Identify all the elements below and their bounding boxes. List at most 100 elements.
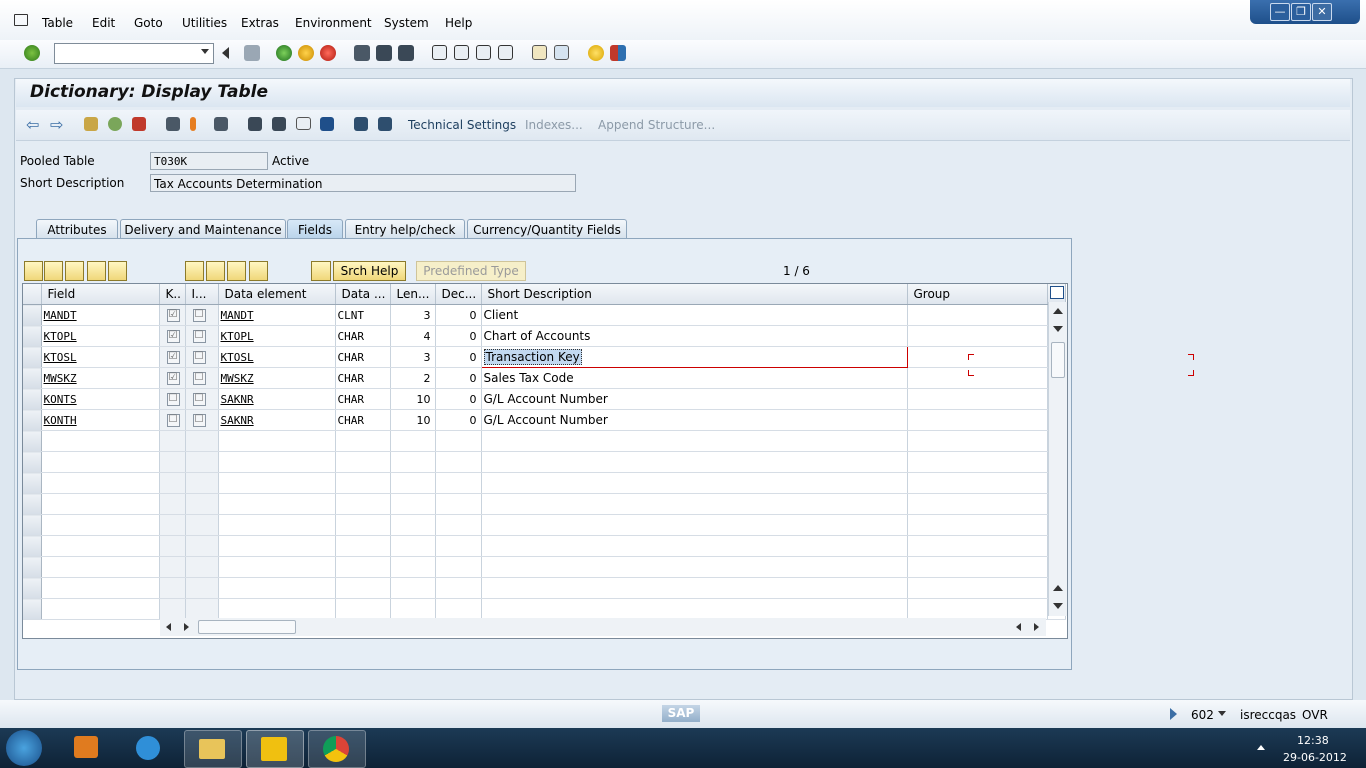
table-name-field[interactable]: T030K (150, 152, 268, 170)
data-element[interactable]: KTOSL (218, 346, 336, 368)
empty-cell[interactable] (41, 514, 160, 536)
menu-edit[interactable]: Edit (92, 16, 115, 30)
horizontal-scrollbar[interactable] (160, 618, 1046, 636)
column-header-data-element[interactable]: Data element (218, 284, 336, 305)
scroll-up-icon[interactable] (1053, 585, 1063, 591)
field-name[interactable]: MWSKZ (41, 367, 160, 389)
empty-cell[interactable] (218, 493, 336, 515)
technical-settings-button[interactable]: Technical Settings (408, 118, 516, 132)
key-checkbox[interactable]: ☐ (159, 388, 186, 410)
paste-icon[interactable] (65, 261, 84, 281)
row-selector[interactable] (23, 472, 42, 494)
empty-cell[interactable] (218, 451, 336, 473)
other-object-icon[interactable] (132, 117, 146, 131)
data-element[interactable]: SAKNR (218, 388, 336, 410)
last-page-icon[interactable] (498, 45, 513, 60)
empty-cell[interactable] (41, 430, 160, 452)
row-selector[interactable] (23, 514, 42, 536)
chrome-icon[interactable] (308, 730, 366, 768)
first-page-icon[interactable] (432, 45, 447, 60)
table-view-icon[interactable] (354, 117, 368, 131)
row-selector[interactable] (23, 556, 42, 578)
find-next-icon[interactable] (398, 45, 414, 61)
search-help-key-icon[interactable] (311, 261, 331, 281)
column-header-short-description[interactable]: Short Description (481, 284, 908, 305)
row-selector[interactable] (23, 598, 42, 620)
cut-icon[interactable] (24, 261, 43, 281)
restore-button[interactable]: ❐ (1291, 3, 1311, 21)
column-header-initial[interactable]: I... (185, 284, 219, 305)
empty-cell[interactable] (218, 430, 336, 452)
data-element[interactable]: SAKNR (218, 409, 336, 431)
menu-icon[interactable] (14, 14, 28, 26)
empty-cell[interactable] (218, 556, 336, 578)
collapse-arrow-icon[interactable] (222, 47, 229, 59)
key-checkbox[interactable]: ☑ (159, 367, 186, 389)
empty-cell[interactable] (41, 598, 160, 620)
initial-checkbox[interactable]: ☐ (185, 388, 219, 410)
column-header-field[interactable]: Field (41, 284, 160, 305)
new-session-icon[interactable] (532, 45, 547, 60)
next-page-icon[interactable] (476, 45, 491, 60)
back-arrow-icon[interactable]: ⇦ (26, 117, 39, 133)
column-header-length[interactable]: Len... (390, 284, 436, 305)
empty-cell[interactable] (218, 598, 336, 620)
scroll-up-icon[interactable] (1053, 308, 1063, 314)
initial-checkbox[interactable]: ☐ (185, 346, 219, 368)
insert-row-icon[interactable] (87, 261, 106, 281)
empty-cell[interactable] (41, 556, 160, 578)
enter-icon[interactable] (24, 45, 40, 61)
menu-extras[interactable]: Extras (241, 16, 279, 30)
internet-explorer-icon[interactable] (122, 730, 178, 766)
row-selector[interactable] (23, 367, 42, 389)
row-selector[interactable] (23, 325, 42, 347)
empty-cell[interactable] (41, 493, 160, 515)
stack-icon[interactable] (272, 117, 286, 131)
field-name[interactable]: KONTH (41, 409, 160, 431)
empty-cell[interactable] (218, 472, 336, 494)
tab-entry-help-check[interactable]: Entry help/check (345, 219, 465, 239)
scroll-left-icon[interactable] (1016, 623, 1021, 631)
status-expand-icon[interactable] (1170, 708, 1177, 720)
column-header-data-type[interactable]: Data ... (335, 284, 391, 305)
initial-checkbox[interactable]: ☐ (185, 325, 219, 347)
minimize-button[interactable]: — (1270, 3, 1290, 21)
empty-cell[interactable] (41, 535, 160, 557)
navigation-icon[interactable] (214, 117, 228, 131)
data-element[interactable]: KTOPL (218, 325, 336, 347)
sap-logon-icon[interactable] (246, 730, 304, 768)
field-name[interactable]: MANDT (41, 304, 160, 326)
empty-cell[interactable] (41, 472, 160, 494)
show-hidden-icons-icon[interactable] (1257, 745, 1265, 750)
initial-checkbox[interactable]: ☐ (185, 367, 219, 389)
indexes-button[interactable]: Indexes... (525, 118, 583, 132)
hierarchy-icon[interactable] (190, 117, 196, 131)
row-selector[interactable] (23, 535, 42, 557)
scroll-right-icon[interactable] (184, 623, 189, 631)
chevron-down-icon[interactable] (201, 49, 209, 54)
tab-attributes[interactable]: Attributes (36, 219, 118, 239)
activate-icon[interactable] (108, 117, 122, 131)
where-used-icon[interactable] (166, 117, 180, 131)
find-icon[interactable] (376, 45, 392, 61)
menu-help[interactable]: Help (445, 16, 472, 30)
row-selector[interactable] (23, 388, 42, 410)
scroll-right-icon[interactable] (1034, 623, 1039, 631)
scroll-left-icon[interactable] (166, 623, 171, 631)
key-checkbox[interactable]: ☑ (159, 304, 186, 326)
row-selector[interactable] (23, 451, 42, 473)
row-selector[interactable] (23, 409, 42, 431)
save-icon[interactable] (244, 45, 260, 61)
chevron-down-icon[interactable] (1218, 711, 1226, 716)
object-list-icon[interactable] (248, 117, 262, 131)
close-button[interactable]: ✕ (1312, 3, 1332, 21)
key-checkbox[interactable]: ☐ (159, 409, 186, 431)
data-element[interactable]: MANDT (218, 304, 336, 326)
empty-cell[interactable] (218, 535, 336, 557)
forward-arrow-icon[interactable]: ⇨ (50, 117, 63, 133)
short-description-field[interactable]: Tax Accounts Determination (150, 174, 576, 192)
empty-cell[interactable] (41, 451, 160, 473)
previous-page-icon[interactable] (454, 45, 469, 60)
field-name[interactable]: KTOSL (41, 346, 160, 368)
row-selector[interactable] (23, 430, 42, 452)
